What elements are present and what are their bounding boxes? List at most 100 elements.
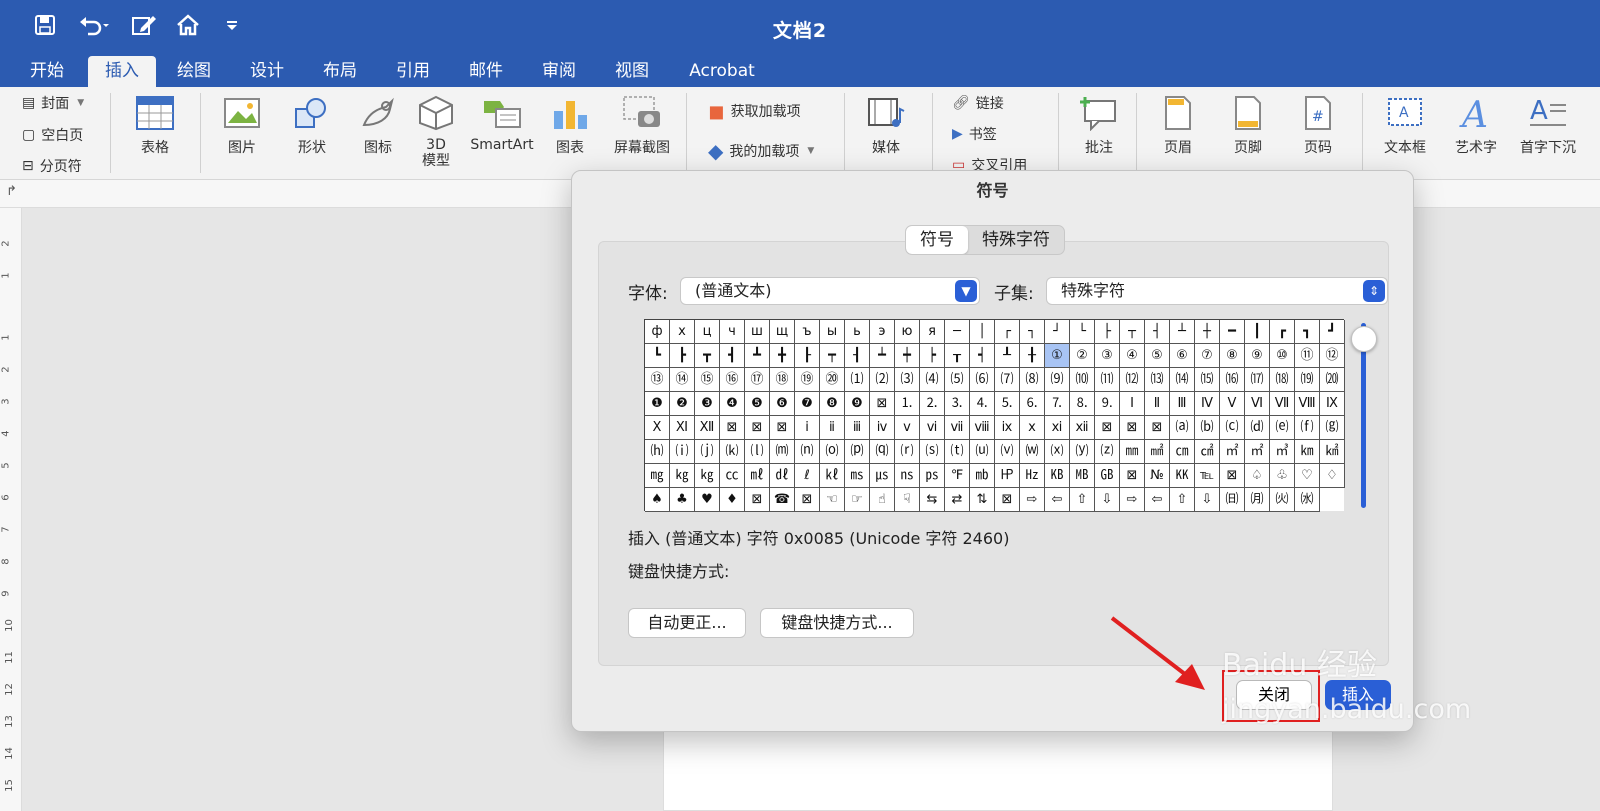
- tab-view[interactable]: 视图: [603, 56, 661, 87]
- symbol-cell[interactable]: ㈪: [1245, 488, 1270, 512]
- symbol-cell[interactable]: ①: [1045, 344, 1070, 368]
- symbol-cell[interactable]: ⒉: [920, 392, 945, 416]
- symbol-cell[interactable]: ┿: [895, 344, 920, 368]
- tab-acrobat[interactable]: Acrobat: [680, 56, 764, 87]
- symbol-cell[interactable]: ♣: [670, 488, 695, 512]
- symbol-cell[interactable]: ⒵: [1095, 440, 1120, 464]
- symbol-cell[interactable]: ⒁: [1170, 368, 1195, 392]
- symbol-cell[interactable]: ┝: [920, 344, 945, 368]
- tab-special-characters[interactable]: 特殊字符: [968, 226, 1064, 254]
- 3d-model-button[interactable]: 3D 模型: [410, 95, 462, 169]
- dropcap-button[interactable]: A 首字下沉: [1512, 95, 1584, 157]
- footer-button[interactable]: 页脚: [1220, 95, 1276, 157]
- symbol-cell[interactable]: ф: [645, 320, 670, 344]
- symbol-cell[interactable]: ⑷: [920, 368, 945, 392]
- page-break-button[interactable]: ⊟ 分页符: [22, 156, 82, 176]
- symbol-cell[interactable]: ⒥: [695, 440, 720, 464]
- tab-stop-icon[interactable]: ↱: [6, 184, 17, 199]
- symbol-cell[interactable]: ⒴: [1070, 440, 1095, 464]
- symbol-cell[interactable]: ⑦: [1195, 344, 1220, 368]
- symbol-cell[interactable]: ⑼: [1045, 368, 1070, 392]
- symbol-cell[interactable]: ⑯: [720, 368, 745, 392]
- symbol-cell[interactable]: ㏄: [720, 464, 745, 488]
- symbol-cell[interactable]: ⒤: [670, 440, 695, 464]
- symbol-cell[interactable]: ⇄: [945, 488, 970, 512]
- symbol-cell[interactable]: ⒬: [870, 440, 895, 464]
- bookmark-button[interactable]: ▶ 书签: [952, 124, 997, 144]
- symbol-cell[interactable]: ④: [1120, 344, 1145, 368]
- symbol-cell[interactable]: ⒫: [845, 440, 870, 464]
- symbol-cell[interactable]: ┨: [845, 344, 870, 368]
- symbol-cell[interactable]: ⒢: [1320, 416, 1345, 440]
- symbol-cell[interactable]: ⊠: [745, 416, 770, 440]
- symbol-cell[interactable]: ┻: [745, 344, 770, 368]
- symbol-cell[interactable]: ⒌: [995, 392, 1020, 416]
- symbol-cell[interactable]: ❽: [820, 392, 845, 416]
- symbol-cell[interactable]: ♧: [1270, 464, 1295, 488]
- symbol-cell[interactable]: ⅸ: [995, 416, 1020, 440]
- symbol-cell[interactable]: ⑴: [845, 368, 870, 392]
- symbol-cell[interactable]: ㎅: [1045, 464, 1070, 488]
- symbol-cell[interactable]: ♢: [1320, 464, 1345, 488]
- symbol-cell[interactable]: ㏋: [995, 464, 1020, 488]
- symbol-cell[interactable]: ㎏: [670, 464, 695, 488]
- symbol-cell[interactable]: ⊠: [1145, 416, 1170, 440]
- symbol-cell[interactable]: ♡: [1295, 464, 1320, 488]
- symbol-cell[interactable]: ㎟: [1145, 440, 1170, 464]
- symbol-cell[interactable]: ┴: [1170, 320, 1195, 344]
- tab-design[interactable]: 设计: [238, 56, 296, 87]
- symbol-cell[interactable]: ⒳: [1045, 440, 1070, 464]
- symbol-cell[interactable]: ℡: [1195, 464, 1220, 488]
- symbol-cell[interactable]: ♦: [720, 488, 745, 512]
- symbol-cell[interactable]: ⒋: [970, 392, 995, 416]
- symbol-cell[interactable]: ⊠: [1095, 416, 1120, 440]
- symbol-cell[interactable]: ⒃: [1220, 368, 1245, 392]
- symbol-cell[interactable]: х: [670, 320, 695, 344]
- symbol-cell[interactable]: ❷: [670, 392, 695, 416]
- symbol-cell[interactable]: ㎡: [1245, 440, 1270, 464]
- tab-review[interactable]: 审阅: [530, 56, 588, 87]
- symbol-cell[interactable]: ┥: [970, 344, 995, 368]
- symbol-cell[interactable]: Ⅺ: [670, 416, 695, 440]
- symbol-cell[interactable]: ☟: [895, 488, 920, 512]
- symbol-cell[interactable]: ⑽: [1070, 368, 1095, 392]
- symbol-cell[interactable]: ⑨: [1245, 344, 1270, 368]
- symbol-cell[interactable]: ⒎: [1045, 392, 1070, 416]
- page-number-button[interactable]: # 页码: [1290, 95, 1346, 157]
- symbol-cell[interactable]: ┼: [1195, 320, 1220, 344]
- symbol-cell[interactable]: ⊠: [870, 392, 895, 416]
- tab-layout[interactable]: 布局: [311, 56, 369, 87]
- font-select[interactable]: (普通文本) ▼: [680, 277, 980, 305]
- symbol-cell[interactable]: ❻: [770, 392, 795, 416]
- symbol-cell[interactable]: Ⅲ: [1170, 392, 1195, 416]
- symbol-cell[interactable]: ⑩: [1270, 344, 1295, 368]
- symbol-cell[interactable]: Ⅱ: [1145, 392, 1170, 416]
- symbol-cell[interactable]: ㎳: [845, 464, 870, 488]
- symbol-cell[interactable]: ┷: [870, 344, 895, 368]
- symbol-cell[interactable]: ⊠: [745, 488, 770, 512]
- tab-symbols[interactable]: 符号: [906, 226, 968, 254]
- symbol-cell[interactable]: ⊠: [1220, 464, 1245, 488]
- blank-page-button[interactable]: ▢ 空白页: [22, 125, 83, 145]
- symbol-cell[interactable]: ─: [945, 320, 970, 344]
- symbol-cell[interactable]: ⒨: [770, 440, 795, 464]
- symbol-cell[interactable]: ┛: [1320, 320, 1345, 344]
- symbol-cell[interactable]: Ⅳ: [1195, 392, 1220, 416]
- symbol-cell[interactable]: ┸: [995, 344, 1020, 368]
- symbol-cell[interactable]: ⑧: [1220, 344, 1245, 368]
- symbol-cell[interactable]: ㏔: [970, 464, 995, 488]
- symbol-cell[interactable]: ㎖: [745, 464, 770, 488]
- symbol-cell[interactable]: ⒐: [1095, 392, 1120, 416]
- symbol-cell[interactable]: ☝: [870, 488, 895, 512]
- symbol-cell[interactable]: ⒝: [1195, 416, 1220, 440]
- symbol-cell[interactable]: ┬: [1120, 320, 1145, 344]
- smartart-button[interactable]: SmartArt: [462, 95, 542, 153]
- symbol-cell[interactable]: ℓ: [795, 464, 820, 488]
- symbol-cell[interactable]: ц: [695, 320, 720, 344]
- symbol-cell[interactable]: ┌: [995, 320, 1020, 344]
- symbol-cell[interactable]: ㎆: [1070, 464, 1095, 488]
- symbol-cell[interactable]: ⒦: [720, 440, 745, 464]
- textbox-button[interactable]: A 文本框: [1374, 95, 1436, 157]
- symbol-cell[interactable]: ━: [1220, 320, 1245, 344]
- get-addins-button[interactable]: ◼ 获取加载项: [708, 99, 801, 123]
